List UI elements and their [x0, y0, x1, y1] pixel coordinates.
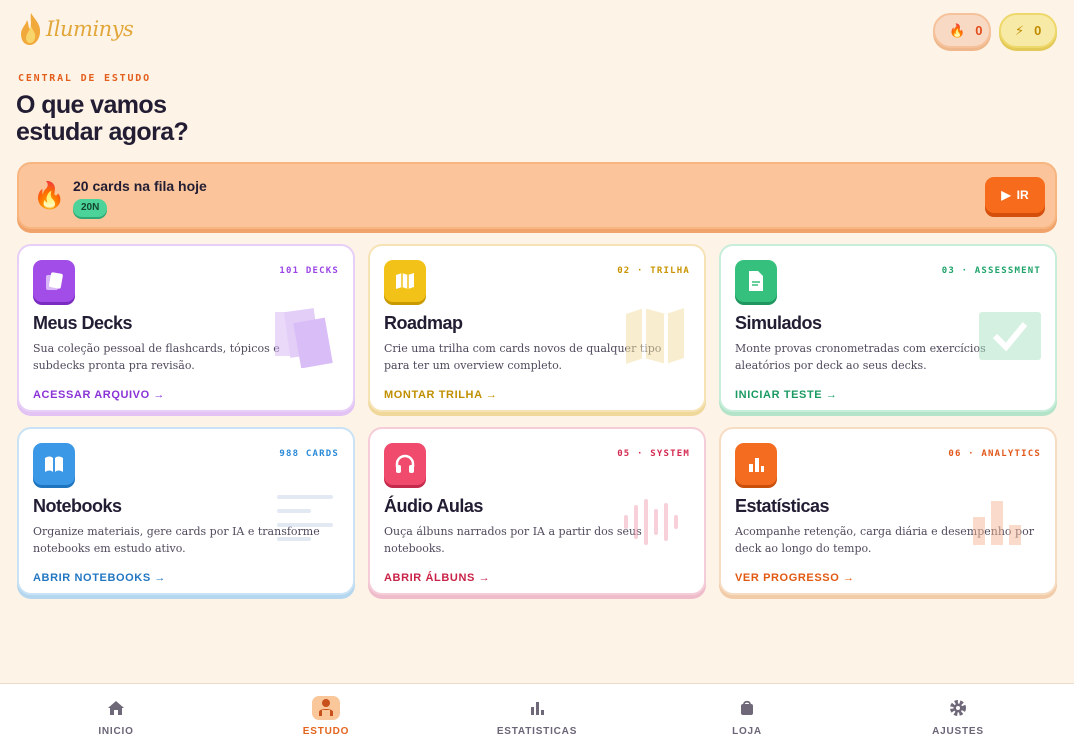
- card-cta[interactable]: ACESSAR ARQUIVO →: [33, 389, 165, 401]
- shop-icon: [733, 696, 761, 720]
- section-eyebrow: CENTRAL DE ESTUDO: [18, 73, 151, 84]
- nav-label: ESTATISTICAS: [496, 726, 578, 737]
- bars-decoration-icon: [973, 501, 1021, 545]
- fire-icon: 🔥: [33, 180, 66, 210]
- book-icon: [33, 443, 75, 485]
- top-header: Iluminys 🔥 0 ⚡ 0: [0, 0, 1074, 60]
- bottom-nav: INICIO ESTUDO ESTATISTICAS LOJA AJUSTES: [0, 683, 1074, 743]
- card-title: Notebooks: [33, 496, 122, 516]
- stats-icon: [523, 696, 551, 720]
- card-cta[interactable]: MONTAR TRILHA →: [384, 389, 497, 401]
- nav-label: LOJA: [732, 726, 762, 737]
- energy-value: 0: [1034, 23, 1042, 38]
- waveform-decoration-icon: [624, 499, 678, 545]
- nav-item-loja[interactable]: LOJA: [687, 684, 807, 743]
- nav-label: ESTUDO: [302, 726, 350, 737]
- page-title: O que vamos estudar agora?: [16, 92, 316, 146]
- card-estatisticas[interactable]: 06 · ANALYTICS Estatísticas Acompanhe re…: [719, 427, 1057, 595]
- card-cta[interactable]: VER PROGRESSO →: [735, 572, 855, 584]
- card-cta[interactable]: ABRIR ÁLBUNS →: [384, 572, 490, 584]
- document-icon: [735, 260, 777, 302]
- home-icon: [102, 696, 130, 720]
- card-title: Roadmap: [384, 313, 463, 333]
- settings-icon: [944, 696, 972, 720]
- streak-counter[interactable]: 🔥 0: [933, 13, 991, 48]
- map-decoration-icon: [626, 308, 684, 364]
- brand-logo[interactable]: Iluminys: [18, 12, 134, 46]
- nav-item-ajustes[interactable]: AJUSTES: [898, 684, 1018, 743]
- go-button-label: IR: [1016, 188, 1029, 202]
- card-tag: 05 · SYSTEM: [617, 449, 690, 459]
- card-notebooks[interactable]: 988 CARDS Notebooks Organize materiais, …: [17, 427, 355, 595]
- card-tag: 101 DECKS: [279, 266, 339, 276]
- nav-item-estudo[interactable]: ESTUDO: [266, 684, 386, 743]
- bar-chart-icon: [735, 443, 777, 485]
- nav-label: AJUSTES: [932, 726, 984, 737]
- headphones-icon: [384, 443, 426, 485]
- card-tag: 02 · TRILHA: [617, 266, 690, 276]
- page-title-line2: estudar agora?: [16, 118, 189, 146]
- nav-label: INICIO: [98, 726, 134, 737]
- study-icon: [312, 696, 340, 720]
- card-simulados[interactable]: 03 · ASSESSMENT Simulados Monte provas c…: [719, 244, 1057, 412]
- queue-title: 20 cards na fila hoje: [73, 178, 207, 194]
- card-title: Meus Decks: [33, 313, 133, 333]
- streak-value: 0: [975, 23, 983, 38]
- check-decoration-icon: [979, 312, 1041, 360]
- map-icon: [384, 260, 426, 302]
- nav-item-inicio[interactable]: INICIO: [56, 684, 176, 743]
- card-title: Simulados: [735, 313, 822, 333]
- card-cta[interactable]: ABRIR NOTEBOOKS →: [33, 572, 166, 584]
- decks-decoration-icon: [275, 308, 333, 368]
- card-tag: 03 · ASSESSMENT: [941, 266, 1041, 276]
- card-tag: 06 · ANALYTICS: [948, 449, 1041, 459]
- card-title: Estatísticas: [735, 496, 830, 516]
- card-decks[interactable]: 101 DECKS Meus Decks Sua coleção pessoal…: [17, 244, 355, 412]
- card-title: Áudio Aulas: [384, 496, 483, 516]
- daily-queue-banner: 🔥 20 cards na fila hoje 20N ▶ IR: [17, 162, 1057, 229]
- lines-decoration-icon: [277, 495, 333, 541]
- card-tag: 988 CARDS: [279, 449, 339, 459]
- fire-icon: 🔥: [949, 22, 966, 38]
- page-title-line1: O que vamos: [16, 91, 167, 119]
- new-cards-badge: 20N: [73, 199, 108, 217]
- card-audio[interactable]: 05 · SYSTEM Áudio Aulas Ouça álbuns narr…: [368, 427, 706, 595]
- flame-logo-icon: [21, 13, 41, 45]
- nav-item-estatisticas[interactable]: ESTATISTICAS: [477, 684, 597, 743]
- decks-icon: [33, 260, 75, 302]
- bolt-icon: ⚡: [1015, 22, 1025, 38]
- go-button[interactable]: ▶ IR: [985, 177, 1045, 213]
- card-cta[interactable]: INICIAR TESTE →: [735, 389, 838, 401]
- energy-counter[interactable]: ⚡ 0: [999, 13, 1057, 48]
- brand-name: Iluminys: [46, 17, 134, 41]
- card-roadmap[interactable]: 02 · TRILHA Roadmap Crie uma trilha com …: [368, 244, 706, 412]
- play-icon: ▶: [1001, 188, 1011, 202]
